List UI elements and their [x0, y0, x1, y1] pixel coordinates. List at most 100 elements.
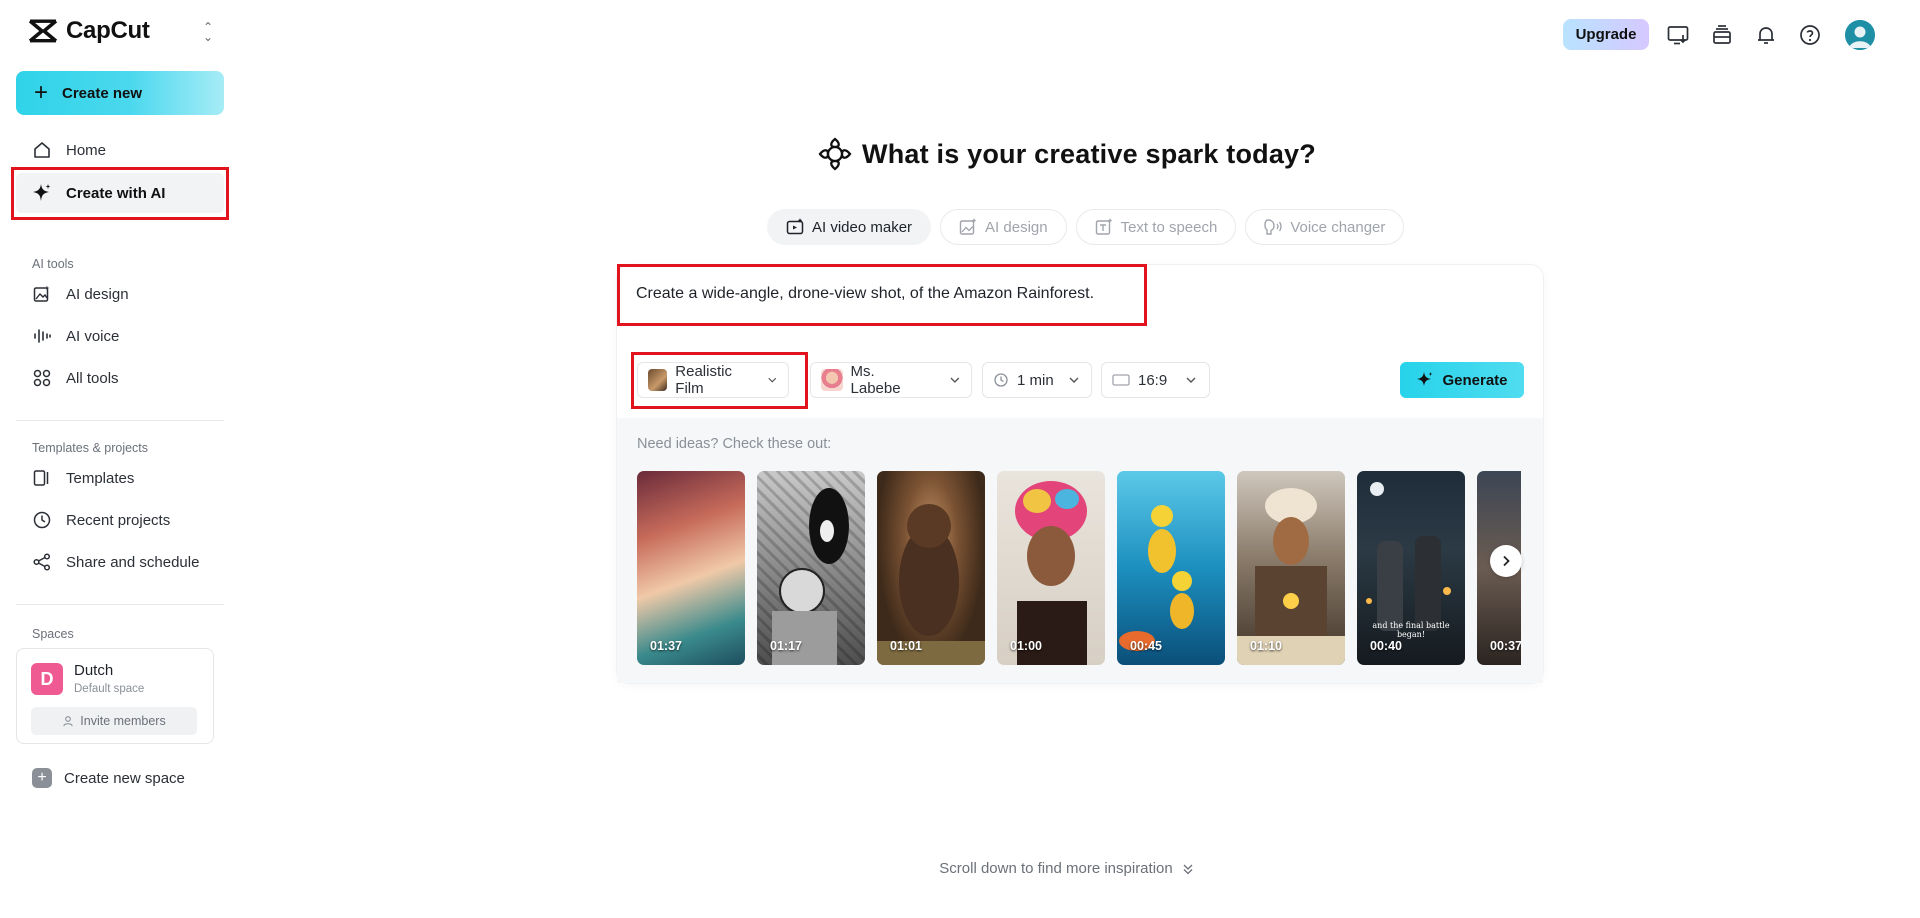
aspect-ratio-icon	[1112, 374, 1130, 386]
duration-select[interactable]: 1 min	[982, 362, 1092, 398]
section-label-ai-tools: AI tools	[32, 257, 74, 271]
idea-duration: 01:10	[1250, 639, 1282, 653]
tab-label: Text to speech	[1120, 218, 1218, 236]
sidebar-item-all-tools[interactable]: All tools	[16, 358, 224, 398]
sidebar-item-create-with-ai[interactable]: Create with AI	[16, 173, 224, 213]
image-plus-icon	[959, 218, 976, 235]
section-label-spaces: Spaces	[32, 627, 74, 641]
generate-button[interactable]: Generate	[1400, 362, 1524, 398]
avatar-select-value: Ms. Labebe	[850, 363, 901, 397]
tab-ai-design[interactable]: AI design	[940, 209, 1067, 245]
invite-members-button[interactable]: Invite members	[31, 707, 197, 735]
scroll-hint-label: Scroll down to find more inspiration	[939, 860, 1173, 877]
idea-card[interactable]: 01:00	[997, 471, 1105, 665]
idea-card[interactable]: 01:01	[877, 471, 985, 665]
sidebar-item-templates[interactable]: Templates	[16, 458, 224, 498]
ratio-select[interactable]: 16:9	[1101, 362, 1210, 398]
sidebar-item-label: Recent projects	[66, 511, 171, 529]
sidebar-item-label: AI voice	[66, 327, 120, 345]
plus-icon: +	[34, 79, 49, 106]
tab-voice-changer[interactable]: Voice changer	[1245, 209, 1405, 245]
avatar[interactable]	[1845, 20, 1875, 50]
duration-select-value: 1 min	[1017, 371, 1054, 389]
space-card[interactable]: D Dutch Default space Invite members	[16, 648, 214, 744]
sidebar-item-recent-projects[interactable]: Recent projects	[16, 500, 224, 540]
chevron-down-icon	[1186, 377, 1196, 383]
space-avatar: D	[31, 663, 63, 695]
creation-tabs: AI video maker AI design Text to speech …	[767, 209, 1405, 245]
create-new-button[interactable]: + Create new	[16, 71, 224, 115]
idea-duration: 01:00	[1010, 639, 1042, 653]
avatar-thumbnail	[821, 369, 843, 391]
brand-name: CapCut	[66, 17, 150, 44]
bell-icon[interactable]	[1754, 23, 1778, 47]
tab-ai-video-maker[interactable]: AI video maker	[767, 209, 932, 245]
voice-icon	[1264, 219, 1282, 235]
sidebar-item-label: Create with AI	[66, 184, 166, 202]
sparkle-icon	[33, 184, 51, 201]
chevron-right-icon	[1503, 555, 1510, 567]
idea-illustration	[1237, 488, 1345, 665]
space-subtitle: Default space	[74, 683, 145, 695]
ratio-select-value: 16:9	[1138, 371, 1168, 389]
idea-duration: 00:45	[1130, 639, 1162, 653]
desktop-download-icon[interactable]	[1666, 23, 1690, 47]
image-edit-icon	[33, 285, 50, 302]
prompt-input[interactable]: Create a wide-angle, drone-view shot, of…	[621, 265, 1145, 325]
help-icon[interactable]	[1798, 23, 1822, 47]
gallery-next-button[interactable]	[1490, 545, 1522, 577]
sidebar-item-ai-voice[interactable]: AI voice	[16, 316, 224, 356]
stack-icon[interactable]	[1710, 23, 1734, 47]
sidebar-item-label: All tools	[66, 369, 119, 387]
sidebar-item-label: Share and schedule	[66, 553, 200, 571]
clock-icon	[33, 511, 51, 529]
clock-icon	[994, 373, 1008, 387]
ideas-gallery: 01:37 01:17 01:01 01:00 00:45 01:10 and …	[637, 471, 1521, 665]
upgrade-button[interactable]: Upgrade	[1563, 19, 1649, 50]
ideas-label: Need ideas? Check these out:	[637, 436, 832, 452]
idea-card[interactable]: 01:10	[1237, 471, 1345, 665]
idea-duration: 01:37	[650, 639, 682, 653]
spark-logo-icon	[818, 137, 852, 171]
create-new-space-button[interactable]: + Create new space	[32, 768, 185, 788]
brand[interactable]: CapCut	[28, 16, 150, 46]
idea-duration: 00:37	[1490, 639, 1521, 653]
share-icon	[33, 553, 51, 571]
sidebar-item-share-schedule[interactable]: Share and schedule	[16, 542, 224, 582]
idea-card[interactable]: 01:17	[757, 471, 865, 665]
workspace-switch-icon[interactable]: ⌃ ⌄	[200, 21, 216, 43]
templates-icon	[33, 470, 49, 486]
invite-members-label: Invite members	[80, 714, 166, 728]
style-select-value: Realistic Film	[675, 363, 732, 397]
capcut-logo-icon	[28, 19, 58, 43]
style-thumbnail	[648, 369, 668, 391]
avatar-select[interactable]: Ms. Labebe	[810, 362, 972, 398]
idea-duration: 01:01	[890, 639, 922, 653]
double-chevron-down-icon	[1183, 864, 1193, 874]
sparkle-icon	[1417, 372, 1434, 386]
scroll-hint[interactable]: Scroll down to find more inspiration	[0, 860, 1920, 877]
create-new-space-label: Create new space	[64, 769, 185, 787]
topbar: Upgrade	[1520, 16, 1920, 52]
create-new-label: Create new	[62, 84, 143, 102]
idea-card[interactable]: 01:37	[637, 471, 745, 665]
tab-label: AI video maker	[812, 218, 913, 236]
sidebar-divider	[16, 420, 224, 421]
grid-icon	[33, 369, 51, 387]
idea-card[interactable]: 00:45	[1117, 471, 1225, 665]
sidebar-item-label: Templates	[66, 469, 135, 487]
tab-label: Voice changer	[1290, 218, 1386, 236]
idea-illustration	[772, 488, 849, 665]
style-select[interactable]: Realistic Film	[637, 362, 789, 398]
idea-illustration	[877, 504, 985, 665]
sidebar-divider	[16, 604, 224, 605]
idea-card[interactable]: and the final battle began! 00:40	[1357, 471, 1465, 665]
section-label-templates: Templates & projects	[32, 441, 149, 455]
waveform-icon	[34, 329, 51, 343]
sidebar-item-ai-design[interactable]: AI design	[16, 274, 224, 314]
user-avatar-icon	[1845, 20, 1875, 50]
tab-text-to-speech[interactable]: Text to speech	[1075, 209, 1237, 245]
idea-illustration	[1015, 481, 1087, 665]
plus-icon: +	[32, 768, 52, 788]
space-name: Dutch	[74, 662, 114, 679]
